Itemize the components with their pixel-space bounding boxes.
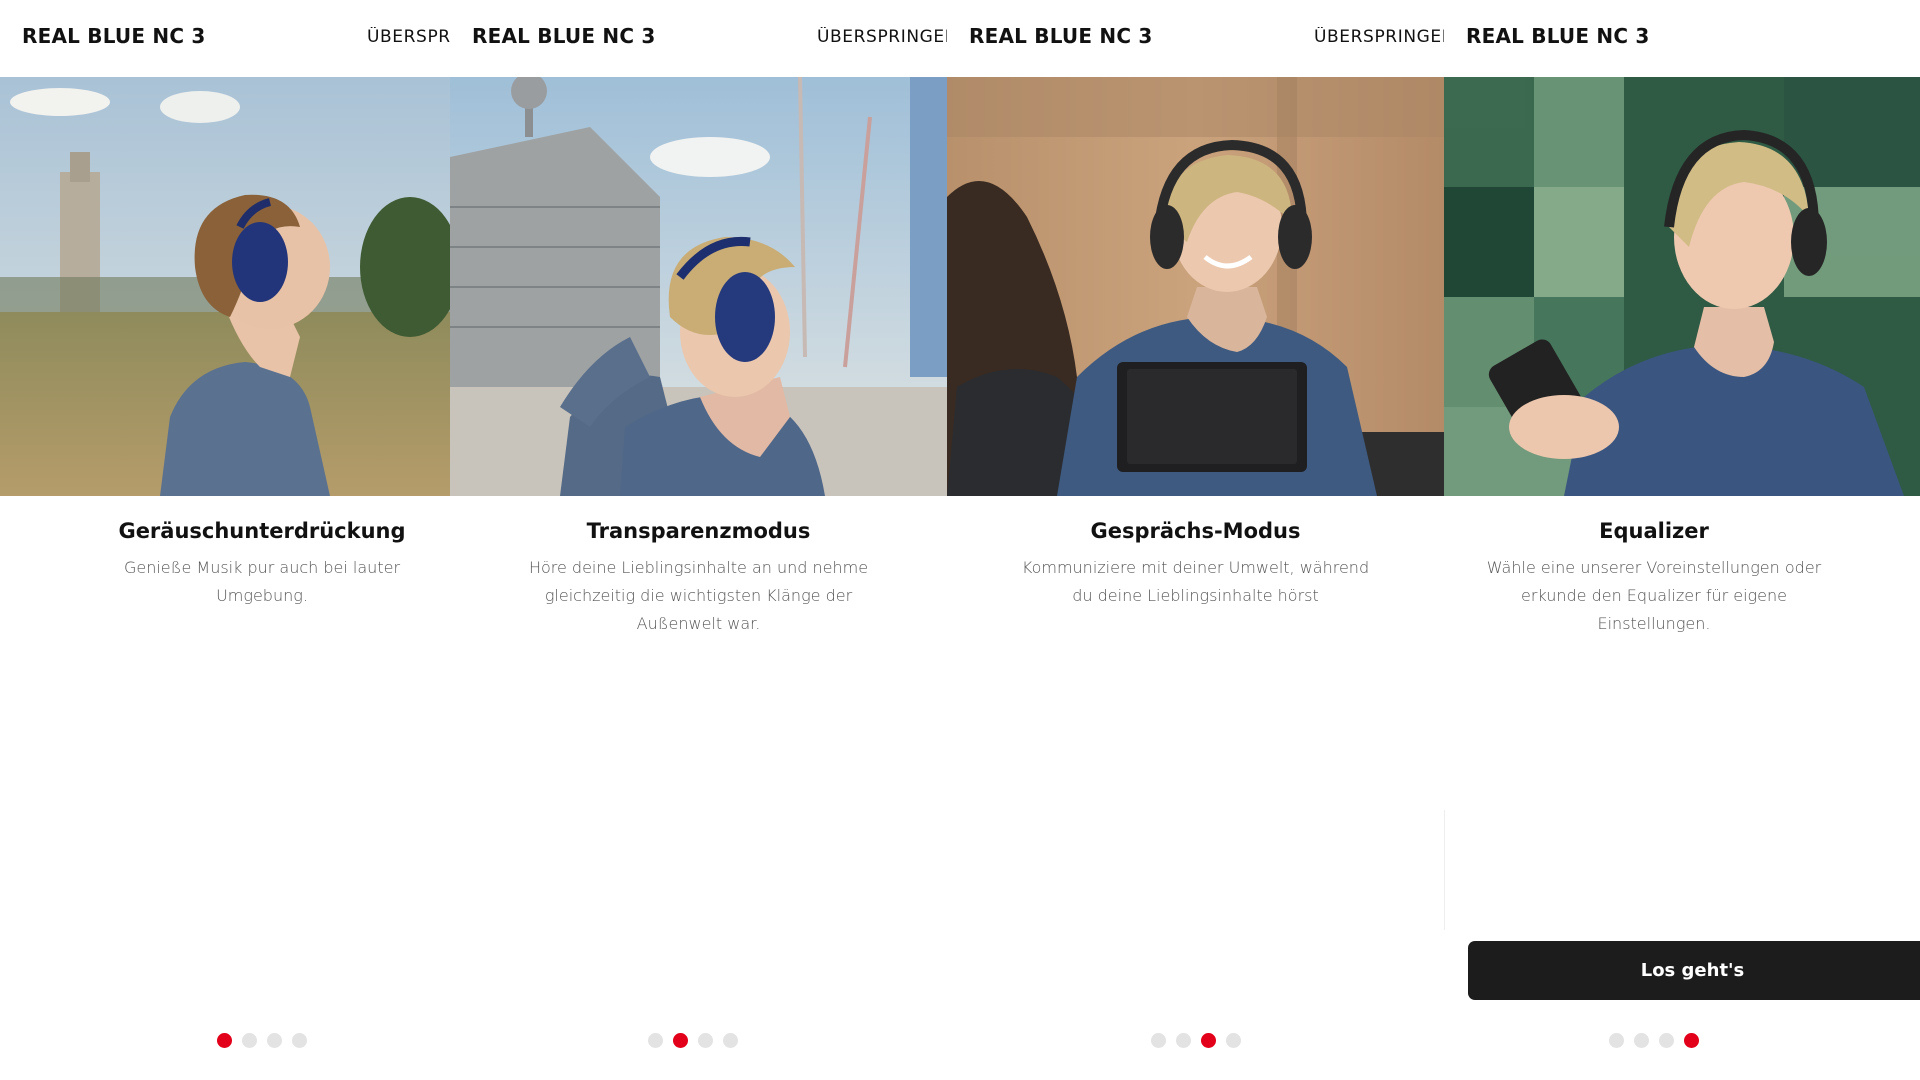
slide-description: Höre deine Lieblingsinhalte an und nehme… xyxy=(450,554,947,638)
onboarding-slide-1: REAL BLUE NC 3 ÜBERSPRI Geräuschunterdrü… xyxy=(0,0,450,1080)
header: REAL BLUE NC 3 ÜBERSPRINGEN xyxy=(947,0,1444,77)
hero-image-conversation xyxy=(947,77,1444,496)
skip-button[interactable]: ÜBERSPRINGEN xyxy=(817,27,947,47)
skip-button[interactable]: ÜBERSPRI xyxy=(367,27,450,47)
pagination-dots xyxy=(947,1033,1444,1048)
pagination-dot-4[interactable] xyxy=(722,1033,738,1048)
pagination-dot-1[interactable] xyxy=(1150,1033,1166,1048)
description-line: Umgebung. xyxy=(216,586,308,605)
description-line: Wähle eine unserer Voreinstellungen oder xyxy=(1486,558,1822,577)
slide-title: Transparenzmodus xyxy=(586,519,811,543)
header: REAL BLUE NC 3 ÜBERSPRINGEN xyxy=(450,0,947,77)
hero-image-transparency xyxy=(450,77,947,496)
pagination-dot-3[interactable] xyxy=(1200,1033,1216,1048)
description-line: gleichzeitig die wichtigsten Klänge der xyxy=(544,586,853,605)
hero-image-equalizer xyxy=(1444,77,1920,496)
slide-description: Kommuniziere mit deiner Umwelt, während … xyxy=(947,554,1444,610)
header: REAL BLUE NC 3 xyxy=(1444,0,1920,77)
brand-title: REAL BLUE NC 3 xyxy=(1466,24,1650,48)
description-line: Einstellungen. xyxy=(1597,614,1711,633)
get-started-button[interactable]: Los geht's xyxy=(1468,941,1920,1000)
slide-description: Wähle eine unserer Voreinstellungen oder… xyxy=(1444,554,1864,638)
pagination-dot-3[interactable] xyxy=(1659,1033,1674,1048)
brand-title: REAL BLUE NC 3 xyxy=(969,24,1153,48)
brand-title: REAL BLUE NC 3 xyxy=(472,24,656,48)
pagination-dot-4[interactable] xyxy=(292,1033,307,1048)
get-started-label: Los geht's xyxy=(1640,960,1745,981)
pagination-dot-2[interactable] xyxy=(672,1033,688,1048)
pagination-dot-3[interactable] xyxy=(697,1033,713,1048)
brand-title: REAL BLUE NC 3 xyxy=(22,24,206,48)
pagination-dots xyxy=(0,1033,450,1048)
pagination-dot-4[interactable] xyxy=(1684,1033,1699,1048)
pagination-dot-3[interactable] xyxy=(267,1033,282,1048)
onboarding-slide-3: REAL BLUE NC 3 ÜBERSPRINGEN Gesprächs-Mo… xyxy=(947,0,1444,1080)
description-line: Außenwelt war. xyxy=(636,614,761,633)
description-line: Höre deine Lieblingsinhalte an und nehme xyxy=(528,558,869,577)
description-line: Genieße Musik pur auch bei lauter xyxy=(123,558,401,577)
onboarding-slide-2: REAL BLUE NC 3 ÜBERSPRINGEN Transparenzm… xyxy=(450,0,947,1080)
onboarding-slide-4: REAL BLUE NC 3 Equalizer Wähle eine unse… xyxy=(1444,0,1920,1080)
pagination-dot-1[interactable] xyxy=(1609,1033,1624,1048)
slide-title: Geräuschunterdrückung xyxy=(118,519,406,543)
description-line: du deine Lieblingsinhalte hörst xyxy=(1072,586,1319,605)
pagination-dots xyxy=(1444,1033,1864,1048)
pagination-dot-1[interactable] xyxy=(217,1033,232,1048)
divider xyxy=(1444,810,1445,930)
hero-image-noise-cancelling xyxy=(0,77,450,496)
skip-button[interactable]: ÜBERSPRINGEN xyxy=(1314,27,1444,47)
pagination-dot-1[interactable] xyxy=(647,1033,663,1048)
description-line: Kommuniziere mit deiner Umwelt, während xyxy=(1021,558,1370,577)
slide-title: Gesprächs-Modus xyxy=(1090,519,1301,543)
pagination-dot-4[interactable] xyxy=(1225,1033,1241,1048)
pagination-dots xyxy=(450,1033,947,1048)
pagination-dot-2[interactable] xyxy=(1175,1033,1191,1048)
slide-title: Equalizer xyxy=(1599,519,1709,543)
header: REAL BLUE NC 3 ÜBERSPRI xyxy=(0,0,450,77)
pagination-dot-2[interactable] xyxy=(1634,1033,1649,1048)
description-line: erkunde den Equalizer für eigene xyxy=(1521,586,1787,605)
pagination-dot-2[interactable] xyxy=(242,1033,257,1048)
slide-description: Genieße Musik pur auch bei lauter Umgebu… xyxy=(0,554,450,610)
